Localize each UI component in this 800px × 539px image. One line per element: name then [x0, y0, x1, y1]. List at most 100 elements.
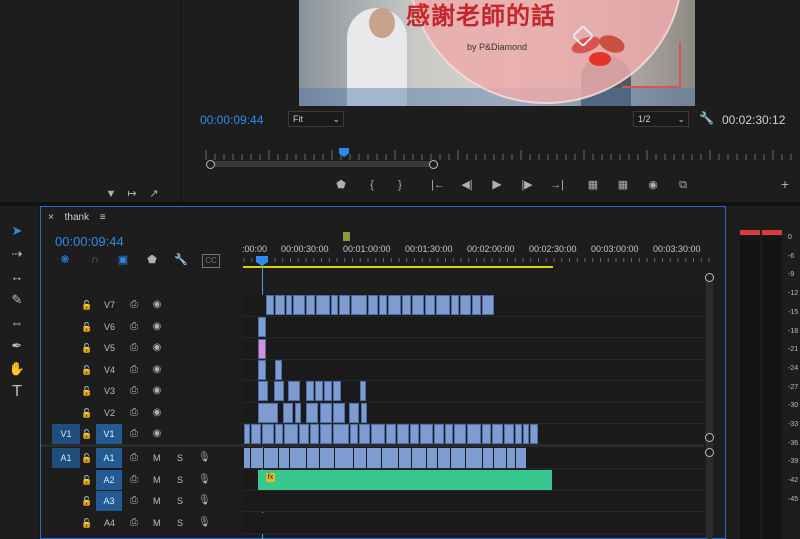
track-target-v1[interactable]: V1: [96, 424, 122, 444]
video-clip[interactable]: [379, 295, 387, 315]
video-clip[interactable]: [333, 424, 349, 444]
wrench-icon[interactable]: 🔧: [699, 112, 714, 124]
sync-lock-icon[interactable]: ⎙: [128, 517, 140, 529]
audio-track-lane[interactable]: [242, 491, 704, 512]
video-track-lane[interactable]: [242, 316, 704, 338]
video-clip[interactable]: [274, 381, 284, 401]
sync-lock-icon[interactable]: ⎙: [128, 407, 140, 419]
close-icon[interactable]: ×: [48, 212, 54, 223]
video-clip[interactable]: [492, 424, 503, 444]
fx-badge[interactable]: fx: [266, 473, 275, 482]
video-track-lane[interactable]: [242, 338, 704, 360]
video-clip[interactable]: [434, 424, 444, 444]
video-clip[interactable]: [515, 424, 522, 444]
zoom-handle-right[interactable]: [429, 160, 438, 169]
mark-out-icon[interactable]: }: [394, 179, 406, 191]
video-clip[interactable]: [310, 424, 319, 444]
video-clip[interactable]: [359, 424, 370, 444]
lock-icon[interactable]: 🔓: [81, 385, 92, 397]
audio-clip[interactable]: [427, 448, 437, 468]
type-tool-icon[interactable]: T: [7, 382, 27, 402]
sync-lock-icon[interactable]: ⎙: [128, 474, 140, 486]
menu-icon[interactable]: ≡: [100, 212, 106, 223]
captions-icon[interactable]: CC: [202, 254, 220, 268]
program-timecode[interactable]: 00:00:09:44: [200, 113, 263, 127]
video-clip[interactable]: [275, 424, 283, 444]
audio-clip[interactable]: [507, 448, 515, 468]
video-clip[interactable]: [454, 424, 466, 444]
sync-lock-icon[interactable]: ⎙: [128, 452, 140, 464]
video-clip[interactable]: [306, 403, 318, 423]
selection-tool-icon[interactable]: ➤: [7, 221, 27, 241]
video-clip[interactable]: [361, 403, 367, 423]
razor-icon[interactable]: ✎: [7, 290, 27, 310]
eye-icon[interactable]: ◉: [151, 299, 163, 311]
mute-button[interactable]: M: [153, 518, 161, 528]
video-clip[interactable]: [412, 295, 424, 315]
video-clip[interactable]: [266, 295, 274, 315]
video-clip[interactable]: [410, 424, 419, 444]
source-patch-a1[interactable]: A1: [52, 448, 80, 468]
video-clip[interactable]: [315, 381, 323, 401]
track-target-a1[interactable]: A1: [96, 448, 122, 468]
video-clip[interactable]: [258, 381, 268, 401]
video-clip[interactable]: [371, 424, 385, 444]
step-forward-icon[interactable]: |▶: [520, 179, 534, 191]
audio-clip[interactable]: [244, 448, 250, 468]
video-clip[interactable]: [306, 381, 314, 401]
audio-clip-music[interactable]: [258, 470, 552, 490]
insert-icon[interactable]: ↦: [125, 188, 139, 200]
video-clip[interactable]: [386, 424, 396, 444]
audio-clip[interactable]: [438, 448, 450, 468]
zoom-handle-left[interactable]: [206, 160, 215, 169]
export-icon[interactable]: ↗: [147, 188, 161, 200]
lock-icon[interactable]: 🔓: [81, 517, 92, 529]
video-clip[interactable]: [397, 424, 409, 444]
video-clip[interactable]: [316, 295, 330, 315]
lock-icon[interactable]: 🔓: [81, 428, 92, 440]
video-clip[interactable]: [460, 295, 471, 315]
audio-clip[interactable]: [264, 448, 278, 468]
video-clip[interactable]: [350, 424, 358, 444]
video-clip[interactable]: [275, 295, 285, 315]
ripple-edit-icon[interactable]: ↔: [7, 267, 27, 287]
sequence-tab[interactable]: × thank ≡: [48, 212, 106, 223]
snap-icon[interactable]: ∩: [88, 254, 102, 266]
source-patch-v1[interactable]: V1: [52, 424, 80, 444]
microphone-icon[interactable]: 🎙: [198, 517, 211, 529]
audio-clip[interactable]: [320, 448, 334, 468]
track-target-a2[interactable]: A2: [96, 469, 122, 490]
add-button-icon[interactable]: +: [778, 177, 792, 191]
audio-clip[interactable]: [279, 448, 289, 468]
audio-clip[interactable]: [335, 448, 353, 468]
sync-lock-icon[interactable]: ⎙: [128, 385, 140, 397]
audio-clip[interactable]: [382, 448, 398, 468]
video-clip[interactable]: [504, 424, 514, 444]
video-clip[interactable]: [420, 424, 433, 444]
step-back-icon[interactable]: ◀|: [460, 179, 474, 191]
video-clip[interactable]: [445, 424, 453, 444]
video-clip[interactable]: [283, 403, 293, 423]
solo-button[interactable]: S: [177, 518, 183, 528]
marker-flag[interactable]: [343, 232, 350, 241]
audio-clip[interactable]: [307, 448, 319, 468]
video-clip[interactable]: [349, 403, 359, 423]
solo-button[interactable]: S: [177, 475, 183, 485]
scroll-handle-mid[interactable]: [705, 433, 714, 442]
play-icon[interactable]: ▶: [490, 178, 504, 190]
lock-icon[interactable]: 🔓: [81, 321, 92, 333]
video-clip[interactable]: [339, 295, 350, 315]
video-clip[interactable]: [251, 424, 261, 444]
video-clip[interactable]: [436, 295, 450, 315]
video-clip[interactable]: [299, 424, 309, 444]
lock-icon[interactable]: 🔓: [81, 342, 92, 354]
program-ruler[interactable]: [200, 148, 800, 162]
video-clip[interactable]: [258, 403, 278, 423]
audio-clip[interactable]: [516, 448, 526, 468]
compare-icon[interactable]: ⧉: [675, 179, 691, 191]
video-clip[interactable]: [402, 295, 411, 315]
scroll-handle-audio[interactable]: [705, 448, 714, 457]
video-clip[interactable]: [425, 295, 435, 315]
sync-lock-icon[interactable]: ⎙: [128, 495, 140, 507]
lock-icon[interactable]: 🔓: [81, 474, 92, 486]
